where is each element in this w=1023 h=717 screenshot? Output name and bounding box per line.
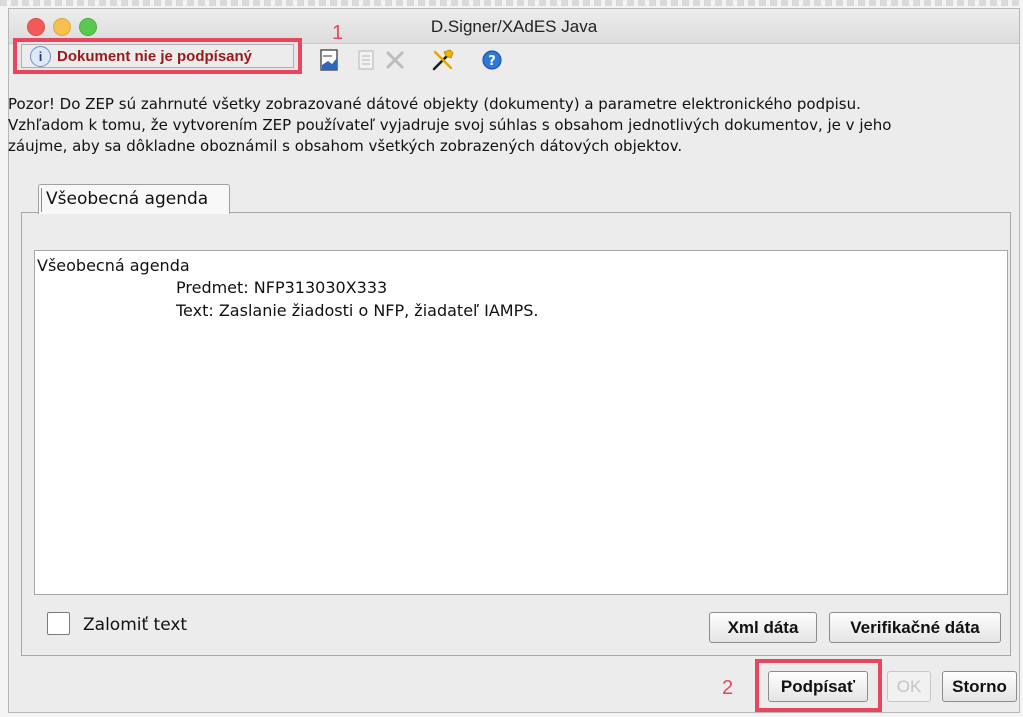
document-subject: Predmet: NFP313030X333	[176, 278, 388, 297]
signature-status-button[interactable]: i Dokument nie je podpísaný	[21, 44, 294, 68]
signing-warning: Pozor! Do ZEP sú zahrnuté všetky zobrazo…	[8, 94, 1013, 157]
document-title: Všeobecná agenda	[37, 256, 190, 275]
signature-status-highlight: i Dokument nie je podpísaný	[13, 38, 302, 74]
warning-line-3: záujme, aby sa dôkladne oboznámil s obsa…	[8, 137, 683, 155]
signature-status-label: Dokument nie je podpísaný	[57, 47, 253, 65]
document-text: Text: Zaslanie žiadosti o NFP, žiadateľ …	[176, 301, 539, 320]
scan-artifact	[0, 0, 1023, 6]
tab-general-agenda[interactable]: Všeobecná agenda	[38, 184, 230, 214]
sign-button[interactable]: Podpísať	[768, 671, 868, 702]
window-title: D.Signer/XAdES Java	[430, 17, 598, 36]
warning-line-1: Pozor! Do ZEP sú zahrnuté všetky zobrazo…	[8, 95, 861, 113]
xml-data-button[interactable]: Xml dáta	[709, 612, 817, 643]
warning-line-2: Vzhľadom k tomu, že vytvorením ZEP použí…	[8, 116, 892, 134]
wrap-text-label: Zalomiť text	[83, 615, 188, 635]
tab-divider	[41, 188, 42, 212]
verification-data-button[interactable]: Verifikačné dáta	[829, 612, 1001, 643]
wrap-text-checkbox[interactable]	[47, 612, 70, 635]
document-icon	[353, 47, 379, 73]
help-icon[interactable]: ?	[479, 47, 505, 73]
tools-icon[interactable]	[430, 47, 456, 73]
cancel-button[interactable]: Storno	[942, 671, 1017, 702]
ok-button: OK	[887, 671, 931, 702]
callout-number-2: 2	[722, 677, 734, 699]
document-import-icon[interactable]	[317, 47, 343, 73]
callout-number-1: 1	[332, 22, 344, 44]
svg-text:?: ?	[488, 54, 496, 69]
close-icon	[382, 47, 408, 73]
info-icon: i	[30, 45, 51, 67]
